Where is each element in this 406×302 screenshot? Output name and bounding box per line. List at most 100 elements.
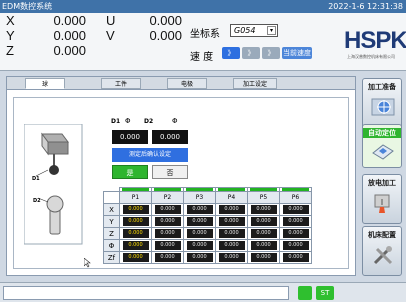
table-cell[interactable]: 0.000 bbox=[154, 217, 181, 226]
coordinate-header: X 0.000 Y 0.000 Z 0.000 U 0.000 V 0.000 … bbox=[0, 13, 406, 71]
diameter-icon: Φ bbox=[172, 117, 178, 125]
row-label: Φ bbox=[103, 239, 120, 252]
table-cell[interactable]: 0.000 bbox=[122, 229, 149, 238]
table-cell[interactable]: 0.000 bbox=[218, 253, 245, 262]
coord-v: V 0.000 bbox=[106, 28, 182, 43]
table-cell[interactable]: 0.000 bbox=[250, 241, 277, 250]
sidebar-item-edm-machining[interactable]: 放电加工 bbox=[362, 174, 402, 224]
tab-machining-settings[interactable]: 加工设定 bbox=[233, 78, 277, 89]
d1-input[interactable]: 0.000 bbox=[112, 130, 148, 144]
table-cell[interactable]: 0.000 bbox=[250, 205, 277, 214]
cursor-icon bbox=[84, 258, 91, 268]
table-cell[interactable]: 0.000 bbox=[186, 241, 213, 250]
table-cell[interactable]: 0.000 bbox=[122, 241, 149, 250]
datetime: 2022-1-6 12:31:38 bbox=[328, 2, 403, 11]
axis-value-u: 0.000 bbox=[149, 13, 182, 28]
row-label: Y bbox=[103, 215, 120, 228]
tab-workpiece[interactable]: 工件 bbox=[101, 78, 141, 89]
d2-label: D2 bbox=[144, 118, 154, 125]
measurement-table: P1 P2 P3 P4 P5 P6 X 0.000 0.000 0.000 0.… bbox=[103, 187, 312, 264]
coord-z: Z 0.000 bbox=[6, 43, 86, 58]
table-cell[interactable]: 0.000 bbox=[218, 217, 245, 226]
sidebar-item-machine-config[interactable]: 机床配置 bbox=[362, 226, 402, 276]
table-cell[interactable]: 0.000 bbox=[282, 217, 309, 226]
main-panel: 球 工件 电极 加工设定 D1 D2 D1 Φ D2 Φ 0.000 0.000… bbox=[6, 76, 356, 276]
table-cell[interactable]: 0.000 bbox=[282, 205, 309, 214]
axis-label-u: U bbox=[106, 13, 116, 28]
coord-x: X 0.000 bbox=[6, 13, 86, 28]
table-cell[interactable]: 0.000 bbox=[218, 205, 245, 214]
d2-input[interactable]: 0.000 bbox=[152, 130, 188, 144]
d1-label: D1 bbox=[111, 118, 121, 125]
table-cell[interactable]: 0.000 bbox=[186, 253, 213, 262]
no-button[interactable]: 否 bbox=[152, 165, 188, 179]
table-cell[interactable]: 0.000 bbox=[250, 217, 277, 226]
column-header: P5 bbox=[247, 191, 280, 204]
tab-electrode[interactable]: 电极 bbox=[167, 78, 207, 89]
yes-button[interactable]: 是 bbox=[112, 165, 148, 179]
table-cell[interactable]: 0.000 bbox=[154, 253, 181, 262]
coordsys-select[interactable]: G054 ▾ bbox=[230, 24, 278, 37]
table-cell[interactable]: 0.000 bbox=[218, 229, 245, 238]
status-bar: ST bbox=[0, 282, 406, 302]
positioning-icon bbox=[372, 144, 394, 160]
logo-text: HSPK bbox=[344, 27, 406, 54]
chevron-down-icon: ▾ bbox=[267, 26, 276, 35]
axis-label-v: V bbox=[106, 28, 115, 43]
logo-subtitle: 上海汉普数控机床有限公司 bbox=[347, 54, 395, 59]
speed-custom-button[interactable]: 当前速度 bbox=[282, 47, 312, 59]
axis-value-v: 0.000 bbox=[149, 28, 182, 43]
sidebar-item-label: 放电加工 bbox=[368, 179, 396, 187]
table-row: Y 0.000 0.000 0.000 0.000 0.000 0.000 bbox=[103, 215, 312, 228]
table-cell[interactable]: 0.000 bbox=[154, 229, 181, 238]
table-cell[interactable]: 0.000 bbox=[186, 205, 213, 214]
speed-slow-button[interactable]: 》 bbox=[262, 47, 280, 59]
tab-bar: 球 工件 电极 加工设定 bbox=[7, 77, 355, 90]
table-cell[interactable]: 0.000 bbox=[250, 229, 277, 238]
table-cell[interactable]: 0.000 bbox=[186, 229, 213, 238]
axis-value-y: 0.000 bbox=[53, 28, 86, 43]
table-cell[interactable]: 0.000 bbox=[122, 205, 149, 214]
coord-y: Y 0.000 bbox=[6, 28, 86, 43]
table-cell[interactable]: 0.000 bbox=[250, 253, 277, 262]
column-header: P4 bbox=[215, 191, 248, 204]
column-header: P1 bbox=[119, 191, 152, 204]
table-row: Zf 0.000 0.000 0.000 0.000 0.000 0.000 bbox=[103, 251, 312, 264]
column-header: P2 bbox=[151, 191, 184, 204]
axis-value-z: 0.000 bbox=[53, 43, 86, 58]
table-row: X 0.000 0.000 0.000 0.000 0.000 0.000 bbox=[103, 203, 312, 216]
message-field[interactable] bbox=[3, 286, 289, 300]
st-status-badge: ST bbox=[316, 286, 334, 300]
row-label: X bbox=[103, 203, 120, 216]
row-label: Z bbox=[103, 227, 120, 240]
sidebar-item-label: 加工准备 bbox=[368, 83, 396, 91]
company-logo: HSPK 上海汉普数控机床有限公司 bbox=[340, 27, 406, 67]
tools-icon bbox=[373, 246, 393, 265]
table-cell[interactable]: 0.000 bbox=[218, 241, 245, 250]
sidebar-item-label: 自动定位 bbox=[363, 128, 401, 138]
column-header: P3 bbox=[183, 191, 216, 204]
electrode-icon bbox=[374, 194, 390, 213]
table-cell[interactable]: 0.000 bbox=[154, 241, 181, 250]
table-cell[interactable]: 0.000 bbox=[154, 205, 181, 214]
tab-ball[interactable]: 球 bbox=[25, 78, 65, 89]
coord-u: U 0.000 bbox=[106, 13, 182, 28]
table-cell[interactable]: 0.000 bbox=[122, 217, 149, 226]
probe-diagram bbox=[24, 124, 83, 245]
status-led-icon bbox=[298, 286, 312, 300]
diameter-icon: Φ bbox=[125, 117, 131, 125]
table-cell[interactable]: 0.000 bbox=[282, 229, 309, 238]
confirm-prompt: 测定后确认设定 bbox=[112, 148, 188, 162]
sidebar-item-auto-positioning[interactable]: 自动定位 bbox=[362, 124, 402, 168]
diagram-label-d2: D2 bbox=[33, 198, 41, 204]
speed-mid-button[interactable]: 》 bbox=[242, 47, 260, 59]
table-cell[interactable]: 0.000 bbox=[122, 253, 149, 262]
coordsys-label: 坐标系 bbox=[190, 29, 220, 40]
crosshair-icon bbox=[371, 98, 395, 116]
table-row: Φ 0.000 0.000 0.000 0.000 0.000 0.000 bbox=[103, 239, 312, 252]
table-cell[interactable]: 0.000 bbox=[282, 241, 309, 250]
speed-fast-button[interactable]: 》 bbox=[222, 47, 240, 59]
table-cell[interactable]: 0.000 bbox=[282, 253, 309, 262]
axis-label-y: Y bbox=[6, 28, 15, 43]
table-cell[interactable]: 0.000 bbox=[186, 217, 213, 226]
